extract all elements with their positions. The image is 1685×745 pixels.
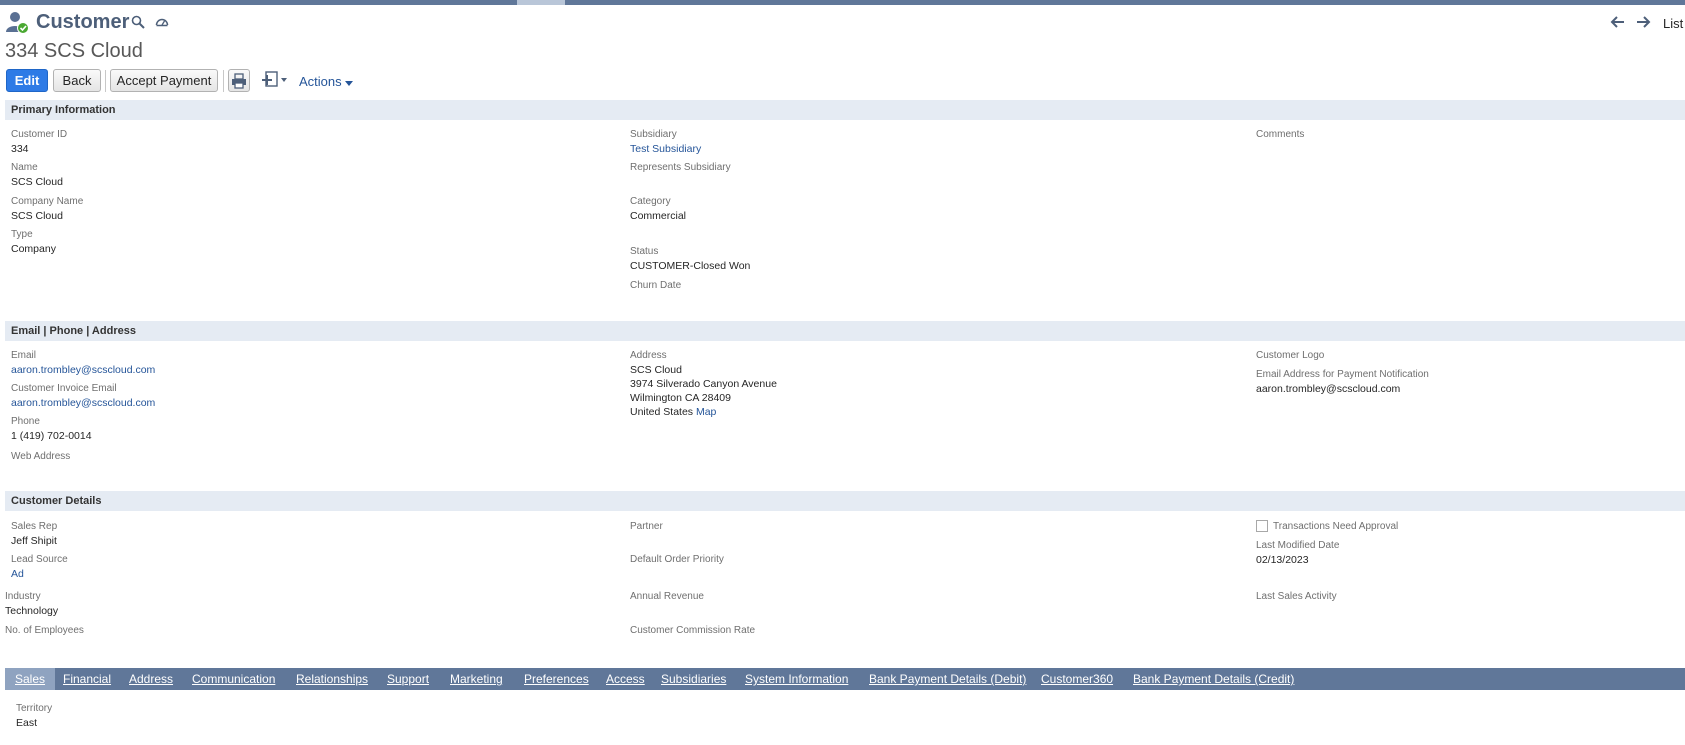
phone-value: 1 (419) 702-0014 [11,430,92,442]
lead-source-label: Lead Source [11,554,68,565]
status-label: Status [630,246,659,257]
top-progress-bar [0,0,1685,5]
company-name-label: Company Name [11,196,84,207]
customer-logo-label: Customer Logo [1256,350,1325,361]
toolbar-divider [105,70,106,92]
category-value: Commercial [630,210,687,222]
tab-address[interactable]: Address [129,668,173,690]
sales-rep-value: Jeff Shipit [11,535,57,547]
phone-label: Phone [11,416,40,427]
new-record-icon[interactable] [261,71,289,89]
back-button[interactable]: Back [53,69,101,92]
tab-bank-payment-credit[interactable]: Bank Payment Details (Credit) [1133,668,1294,690]
address-line: SCS Cloud [630,364,682,376]
subtab-bar: Sales Financial Address Communication Re… [5,668,1685,690]
last-modified-value: 02/13/2023 [1256,554,1309,566]
tab-customer360[interactable]: Customer360 [1041,668,1113,690]
last-modified-label: Last Modified Date [1256,540,1340,551]
dashboard-icon[interactable] [155,15,169,29]
address-country: United States [630,406,694,418]
territory-label: Territory [16,703,53,714]
industry-label: Industry [5,591,41,602]
tab-bank-payment-debit[interactable]: Bank Payment Details (Debit) [869,668,1026,690]
caret-down-icon [345,81,354,86]
accept-payment-button[interactable]: Accept Payment [110,69,218,92]
email-label: Email [11,350,37,361]
payment-notification-label: Email Address for Payment Notification [1256,369,1429,380]
section-primary-information[interactable]: Primary Information [5,100,1685,120]
territory-value: East [16,717,38,729]
employees-label: No. of Employees [5,625,84,636]
address-line: Wilmington CA 28409 [630,392,731,404]
address-line: 3974 Silverado Canyon Avenue [630,378,777,390]
record-type-title: Customer [36,11,130,33]
type-label: Type [11,229,33,240]
commission-rate-label: Customer Commission Rate [630,625,756,636]
tab-access[interactable]: Access [606,668,645,690]
customer-id-label: Customer ID [11,129,68,140]
order-priority-label: Default Order Priority [630,554,724,565]
web-address-label: Web Address [11,451,71,462]
churn-date-label: Churn Date [630,280,682,291]
subsidiary-link[interactable]: Test Subsidiary [630,143,701,155]
arrow-left-icon[interactable] [1610,14,1626,30]
customer-icon [6,12,29,34]
address-country-line: United States Map [630,405,777,419]
invoice-email-label: Customer Invoice Email [11,383,117,394]
tab-support[interactable]: Support [387,668,429,690]
list-link[interactable]: List [1663,16,1683,31]
tab-marketing[interactable]: Marketing [450,668,503,690]
category-label: Category [630,196,671,207]
toolbar-divider [223,70,224,92]
sales-rep-label: Sales Rep [11,521,58,532]
address-label: Address [630,350,667,361]
tab-financial[interactable]: Financial [63,668,111,690]
tab-subsidiaries[interactable]: Subsidiaries [661,668,726,690]
tab-sales[interactable]: Sales [5,668,56,690]
status-value: CUSTOMER-Closed Won [630,260,751,272]
represents-subsidiary-label: Represents Subsidiary [630,162,731,173]
print-button[interactable] [228,69,250,92]
address-block: SCS Cloud 3974 Silverado Canyon Avenue W… [630,363,777,419]
invoice-email-link[interactable]: aaron.trombley@scscloud.com [11,397,155,409]
type-value: Company [11,243,56,255]
email-link[interactable]: aaron.trombley@scscloud.com [11,364,155,376]
tab-system-information[interactable]: System Information [745,668,848,690]
tab-preferences[interactable]: Preferences [524,668,589,690]
industry-value: Technology [5,605,59,617]
last-sales-activity-label: Last Sales Activity [1256,591,1337,602]
section-email-phone-address[interactable]: Email | Phone | Address [5,321,1685,341]
transactions-approval-label: Transactions Need Approval [1273,521,1399,532]
partner-label: Partner [630,521,663,532]
lead-source-link[interactable]: Ad [11,568,24,580]
arrow-right-icon[interactable] [1635,14,1651,30]
subsidiary-label: Subsidiary [630,129,677,140]
map-link[interactable]: Map [696,406,716,418]
transactions-approval-checkbox[interactable] [1256,520,1268,532]
tab-communication[interactable]: Communication [192,668,275,690]
record-name: 334 SCS Cloud [5,40,143,62]
customer-id-value: 334 [11,143,29,155]
print-icon [232,72,246,89]
actions-label: Actions [299,74,342,89]
search-icon[interactable] [131,15,145,29]
edit-button[interactable]: Edit [6,69,48,92]
tab-relationships[interactable]: Relationships [296,668,368,690]
section-customer-details[interactable]: Customer Details [5,491,1685,511]
actions-menu[interactable]: Actions [299,74,354,89]
comments-label: Comments [1256,129,1305,140]
name-value: SCS Cloud [11,176,63,188]
annual-revenue-label: Annual Revenue [630,591,704,602]
company-name-value: SCS Cloud [11,210,63,222]
name-label: Name [11,162,38,173]
payment-notification-email: aaron.trombley@scscloud.com [1256,383,1401,395]
